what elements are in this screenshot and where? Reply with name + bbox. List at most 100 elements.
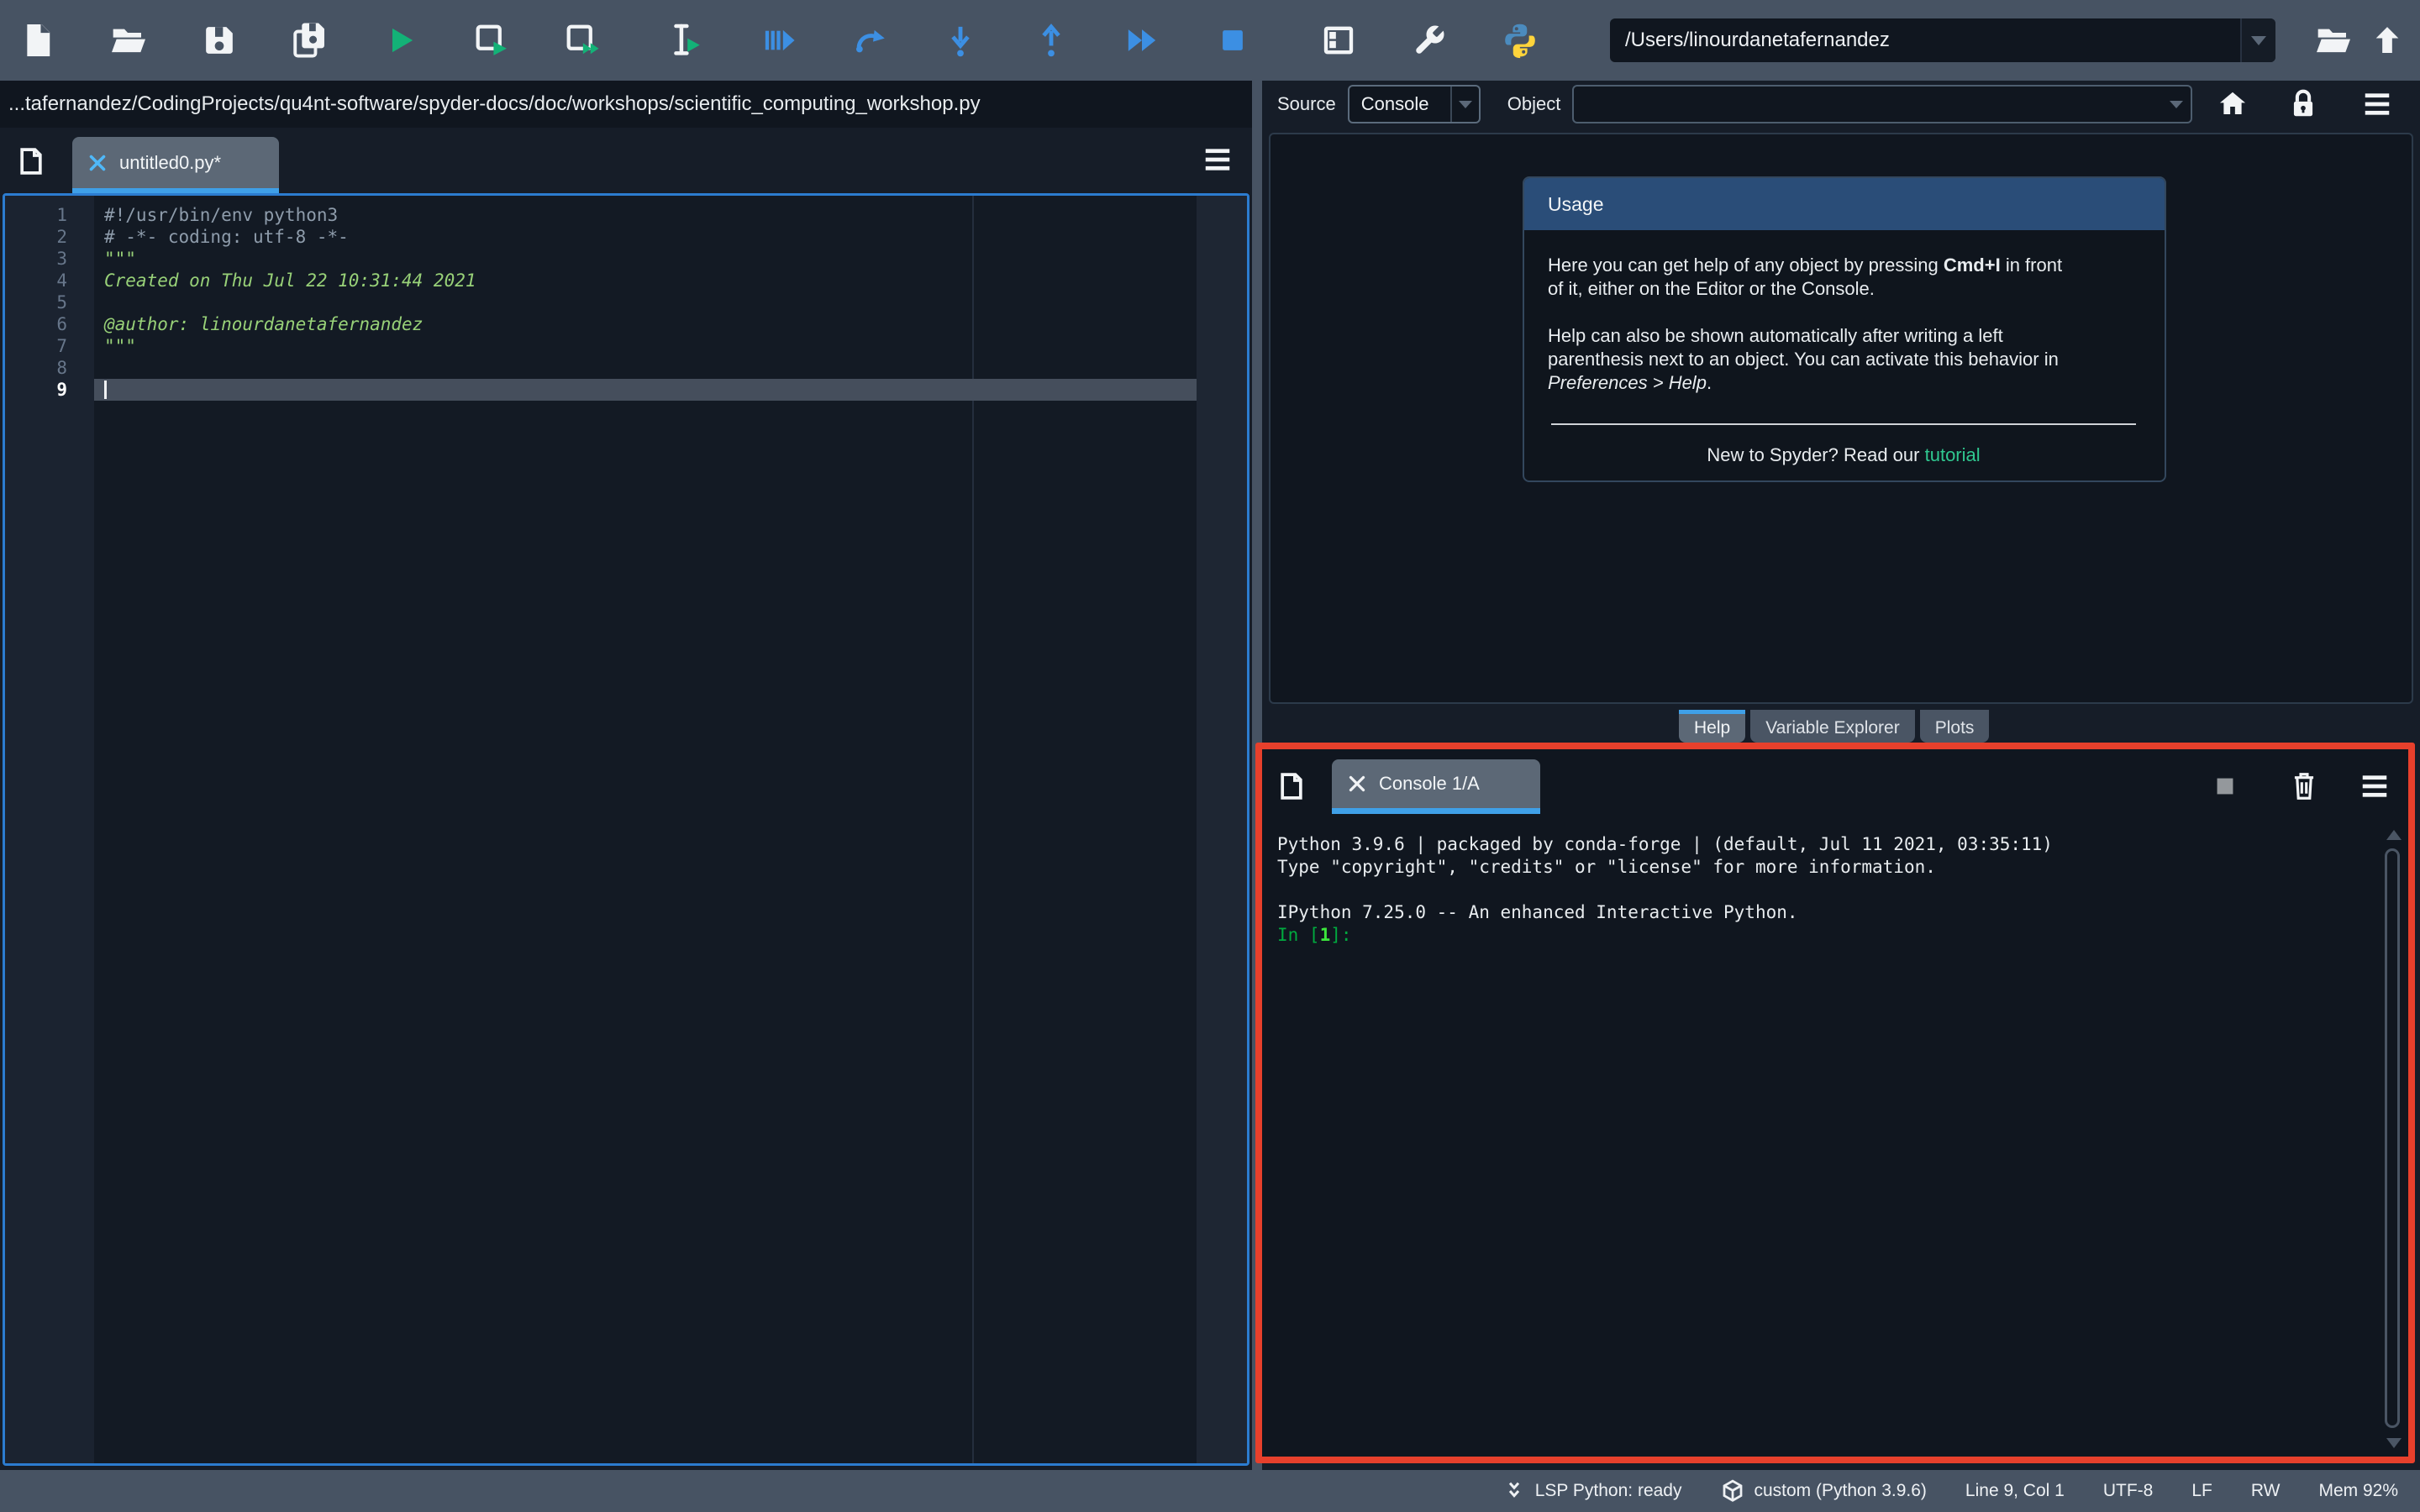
interrupt-kernel-icon[interactable] — [2207, 768, 2244, 805]
object-input[interactable] — [1574, 87, 2162, 122]
lsp-status[interactable]: LSP Python: ready — [1502, 1478, 1682, 1504]
editor-scrollbar[interactable] — [1197, 196, 1247, 1463]
cursor-position-status: Line 9, Col 1 — [1965, 1481, 2065, 1501]
console-output[interactable]: Python 3.9.6 | packaged by conda-forge |… — [1262, 822, 2408, 1457]
editor-code[interactable]: #!/usr/bin/env python3# -*- coding: utf-… — [94, 204, 1197, 401]
scroll-up-arrow-icon[interactable] — [2386, 830, 2402, 840]
code-line[interactable]: @author: linourdanetafernandez — [94, 313, 1197, 335]
chevron-down-icon[interactable] — [1450, 87, 1479, 122]
code-line[interactable]: Created on Thu Jul 22 10:31:44 2021 — [94, 270, 1197, 291]
debug-file-icon[interactable] — [760, 21, 798, 60]
working-directory-dropdown[interactable] — [2240, 18, 2275, 62]
eol-status: LF — [2191, 1481, 2212, 1501]
open-file-icon[interactable] — [109, 21, 148, 60]
usage-footer: New to Spyder? Read our tutorial — [1548, 444, 2139, 467]
pane-tab-help[interactable]: Help — [1679, 710, 1745, 743]
object-combobox[interactable] — [1572, 85, 2192, 123]
close-icon[interactable] — [87, 153, 108, 173]
step-over-icon[interactable] — [850, 21, 889, 60]
source-select[interactable]: Console — [1348, 85, 1481, 123]
ipython-console-pane: Console 1/A Python 3.9.6 | packaged by c… — [1255, 743, 2415, 1463]
help-pane-content: Usage Here you can get help of any objec… — [1269, 133, 2413, 704]
spyder-window: ...tafernandez/CodingProjects/qu4nt-soft… — [0, 0, 2420, 1512]
home-icon[interactable] — [2214, 86, 2251, 123]
line-number[interactable]: 3 — [5, 248, 94, 270]
status-bar: LSP Python: ready custom (Python 3.9.6) … — [0, 1470, 2420, 1512]
chevron-down-icon — [2251, 36, 2266, 45]
maximize-pane-icon[interactable] — [1319, 21, 1358, 60]
code-editor[interactable]: 123456789 #!/usr/bin/env python3# -*- co… — [3, 193, 1249, 1466]
editor-tabbar: untitled0.py* — [0, 128, 1252, 193]
scroll-down-arrow-icon[interactable] — [2386, 1438, 2402, 1448]
save-icon[interactable] — [200, 21, 239, 60]
code-line[interactable] — [94, 291, 1197, 313]
package-icon — [1720, 1478, 1745, 1504]
python-path-manager-icon[interactable] — [1501, 21, 1539, 60]
permissions-status: RW — [2251, 1481, 2281, 1501]
interpreter-status[interactable]: custom (Python 3.9.6) — [1720, 1478, 1926, 1504]
help-pane-header: Source Console Object — [1262, 81, 2420, 128]
run-cell-advance-icon[interactable] — [563, 21, 602, 60]
scrollbar-thumb[interactable] — [2385, 848, 2400, 1428]
file-path-breadcrumb: ...tafernandez/CodingProjects/qu4nt-soft… — [0, 81, 1252, 128]
run-selection-icon[interactable] — [669, 21, 708, 60]
chevron-down-icon[interactable] — [2162, 87, 2191, 122]
step-into-icon[interactable] — [941, 21, 980, 60]
code-line[interactable]: #!/usr/bin/env python3 — [94, 204, 1197, 226]
pane-tab-variable-explorer[interactable]: Variable Explorer — [1750, 710, 1915, 743]
usage-paragraph-2: Help can also be shown automatically aft… — [1548, 324, 2139, 395]
parent-directory-icon[interactable] — [2368, 21, 2407, 60]
tutorial-link[interactable]: tutorial — [1925, 444, 1981, 465]
browse-working-directory-icon[interactable] — [2314, 21, 2353, 60]
bottom-pane-tabs: HelpVariable ExplorerPlots — [1262, 710, 2420, 743]
step-out-icon[interactable] — [1032, 21, 1071, 60]
line-number[interactable]: 5 — [5, 291, 94, 313]
editor-tab-label: untitled0.py* — [119, 152, 221, 174]
text-cursor — [104, 381, 107, 399]
line-number[interactable]: 7 — [5, 335, 94, 357]
continue-execution-icon[interactable] — [1123, 21, 1161, 60]
code-line[interactable]: """ — [94, 335, 1197, 357]
line-number[interactable]: 4 — [5, 270, 94, 291]
lsp-icon — [1502, 1478, 1527, 1504]
editor-gutter[interactable]: 123456789 — [5, 196, 94, 1463]
browse-tabs-button[interactable] — [1274, 768, 1309, 805]
pane-tab-plots[interactable]: Plots — [1920, 710, 1990, 743]
console-scrollbar[interactable] — [2382, 825, 2406, 1453]
preferences-icon[interactable] — [1410, 21, 1449, 60]
console-tab-label: Console 1/A — [1379, 773, 1480, 795]
code-line[interactable] — [94, 357, 1197, 379]
close-icon[interactable] — [1347, 774, 1367, 794]
lock-icon[interactable] — [2285, 86, 2322, 123]
help-options-menu-icon[interactable] — [2359, 86, 2396, 123]
run-icon[interactable] — [381, 21, 420, 60]
encoding-status: UTF-8 — [2103, 1481, 2154, 1501]
console-tabbar: Console 1/A — [1262, 749, 2408, 822]
new-file-icon[interactable] — [18, 21, 57, 60]
source-select-value: Console — [1349, 93, 1450, 115]
stop-icon[interactable] — [1213, 21, 1252, 60]
code-line[interactable] — [94, 379, 1197, 401]
line-number[interactable]: 1 — [5, 204, 94, 226]
code-line[interactable]: # -*- coding: utf-8 -*- — [94, 226, 1197, 248]
line-number[interactable]: 8 — [5, 357, 94, 379]
console-tab[interactable]: Console 1/A — [1332, 759, 1540, 808]
remove-variables-icon[interactable] — [2286, 768, 2323, 805]
working-directory-field — [1610, 18, 2275, 62]
line-number[interactable]: 6 — [5, 313, 94, 335]
console-prompt[interactable]: In [1]: — [1277, 924, 2375, 947]
object-label: Object — [1507, 93, 1561, 115]
console-banner-text: Python 3.9.6 | packaged by conda-forge |… — [1277, 833, 2375, 924]
editor-options-menu-icon[interactable] — [1202, 146, 1235, 176]
line-number[interactable]: 9 — [5, 379, 94, 401]
code-line[interactable]: """ — [94, 248, 1197, 270]
console-options-menu-icon[interactable] — [2356, 768, 2393, 805]
console-tab-underline — [1332, 808, 1540, 814]
save-all-icon[interactable] — [291, 21, 329, 60]
browse-tabs-button[interactable] — [13, 143, 49, 180]
working-directory-input[interactable] — [1610, 18, 2240, 62]
source-label: Source — [1277, 93, 1336, 115]
line-number[interactable]: 2 — [5, 226, 94, 248]
run-cell-icon[interactable] — [472, 21, 511, 60]
editor-tab[interactable]: untitled0.py* — [72, 137, 279, 188]
